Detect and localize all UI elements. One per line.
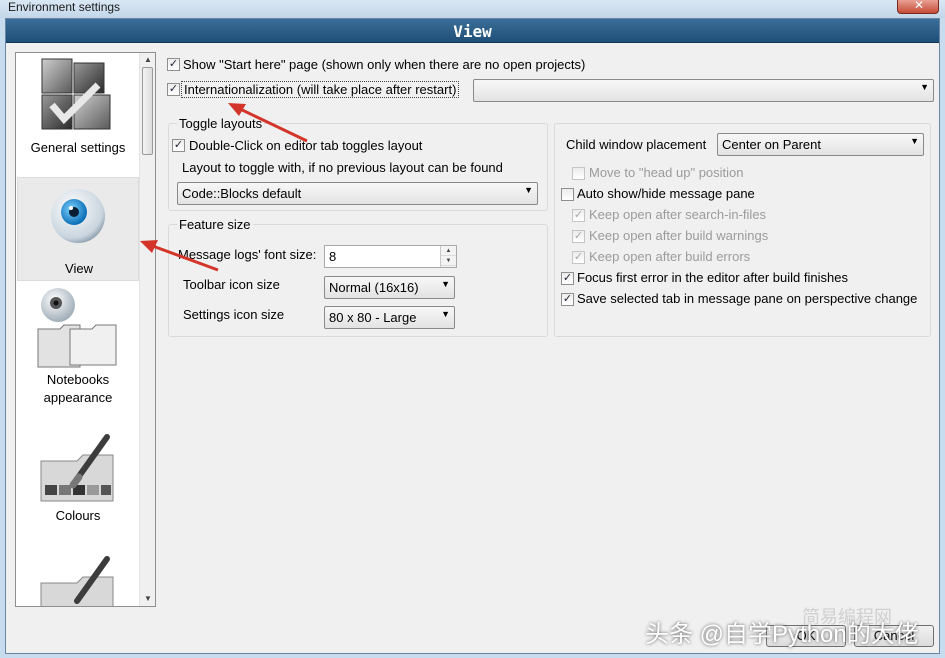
child-window-placement-select[interactable]: Center on Parent ▼ bbox=[717, 133, 924, 156]
move-head-up-checkbox[interactable] bbox=[572, 167, 585, 180]
scrollbar-thumb[interactable] bbox=[142, 67, 153, 155]
sidebar-item-next[interactable] bbox=[17, 553, 139, 606]
sidebar-item-notebooks-appearance[interactable]: Notebooks appearance bbox=[17, 285, 139, 415]
settings-icon-size-select[interactable]: 80 x 80 - Large ▼ bbox=[324, 306, 455, 329]
keep-open-search-label: Keep open after search-in-files bbox=[589, 207, 767, 222]
keep-open-errors-label: Keep open after build errors bbox=[589, 249, 751, 264]
general-settings-icon bbox=[41, 58, 111, 130]
font-size-spinner[interactable]: 8 ▲ ▼ bbox=[324, 245, 457, 268]
colours-palette-icon bbox=[40, 434, 114, 502]
layout-select[interactable]: Code::Blocks default ▼ bbox=[177, 182, 538, 205]
sidebar-item-label: Colours bbox=[55, 508, 101, 523]
sidebar-item-colours[interactable]: Colours bbox=[17, 431, 139, 541]
sidebar-item-general-settings[interactable]: General settings bbox=[17, 55, 139, 173]
settings-category-list: General settings View Notebooks appearan… bbox=[15, 52, 156, 607]
sidebar-item-label: View bbox=[65, 261, 93, 276]
page-header: View bbox=[6, 19, 939, 43]
show-start-here-label: Show "Start here" page (shown only when … bbox=[183, 57, 586, 72]
double-click-toggle-label: Double-Click on editor tab toggles layou… bbox=[189, 138, 423, 153]
chevron-down-icon: ▼ bbox=[910, 136, 919, 146]
move-head-up-label: Move to "head up" position bbox=[589, 165, 744, 180]
child-window-placement-label: Child window placement bbox=[566, 137, 707, 152]
window-title: Environment settings bbox=[8, 0, 121, 14]
save-selected-tab-checkbox[interactable]: ✓ bbox=[561, 293, 574, 306]
chevron-down-icon: ▼ bbox=[441, 279, 450, 289]
close-icon: ✕ bbox=[914, 0, 925, 12]
window-titlebar: Environment settings ✕ bbox=[0, 0, 945, 18]
scroll-down-arrow-icon[interactable]: ▼ bbox=[140, 592, 155, 606]
language-select[interactable]: ▼ bbox=[473, 79, 934, 102]
internationalization-label: Internationalization (will take place af… bbox=[181, 81, 460, 98]
toolbar-icon-size-label: Toolbar icon size bbox=[183, 277, 280, 292]
font-size-label: Message logs' font size: bbox=[178, 247, 317, 262]
sidebar-item-label: General settings bbox=[30, 140, 126, 155]
spinner-buttons[interactable]: ▲ ▼ bbox=[440, 246, 456, 267]
sidebar-scrollbar[interactable]: ▲ ▼ bbox=[139, 53, 155, 606]
save-selected-tab-label: Save selected tab in message pane on per… bbox=[577, 291, 918, 306]
toggle-layouts-title: Toggle layouts bbox=[177, 116, 265, 131]
double-click-toggle-checkbox[interactable]: ✓ bbox=[172, 139, 185, 152]
auto-show-hide-checkbox[interactable] bbox=[561, 188, 574, 201]
spin-up-icon[interactable]: ▲ bbox=[441, 246, 456, 256]
keep-open-errors-checkbox[interactable]: ✓ bbox=[572, 251, 585, 264]
sidebar-item-label-line1: Notebooks bbox=[46, 372, 110, 387]
toolbar-icon-size-value: Normal (16x16) bbox=[329, 280, 419, 295]
keep-open-warnings-label: Keep open after build warnings bbox=[589, 228, 769, 243]
chevron-down-icon: ▼ bbox=[524, 185, 533, 195]
layout-select-value: Code::Blocks default bbox=[182, 186, 302, 201]
keep-open-warnings-checkbox[interactable]: ✓ bbox=[572, 230, 585, 243]
font-size-value: 8 bbox=[329, 249, 337, 264]
settings-icon-size-value: 80 x 80 - Large bbox=[329, 310, 417, 325]
sidebar-item-view[interactable]: View bbox=[17, 177, 139, 281]
sidebar-item-label-line2: appearance bbox=[43, 390, 113, 405]
focus-first-error-checkbox[interactable]: ✓ bbox=[561, 272, 574, 285]
notebooks-icon bbox=[37, 288, 117, 368]
focus-first-error-label: Focus first error in the editor after bu… bbox=[577, 270, 848, 285]
internationalization-checkbox[interactable]: ✓ bbox=[167, 83, 180, 96]
page-title: View bbox=[453, 22, 492, 41]
scroll-up-arrow-icon[interactable]: ▲ bbox=[140, 53, 155, 67]
chevron-down-icon: ▼ bbox=[441, 309, 450, 319]
feature-size-title: Feature size bbox=[177, 217, 253, 232]
chevron-down-icon: ▼ bbox=[920, 82, 929, 92]
eye-icon bbox=[51, 189, 105, 243]
window-close-button[interactable]: ✕ bbox=[897, 0, 939, 14]
palette-icon bbox=[40, 556, 114, 606]
settings-dialog: View General settings View Notebooks app… bbox=[5, 18, 940, 654]
spin-down-icon[interactable]: ▼ bbox=[441, 256, 456, 266]
show-start-here-checkbox[interactable]: ✓ bbox=[167, 58, 180, 71]
toolbar-icon-size-select[interactable]: Normal (16x16) ▼ bbox=[324, 276, 455, 299]
child-window-placement-value: Center on Parent bbox=[722, 137, 822, 152]
keep-open-search-checkbox[interactable]: ✓ bbox=[572, 209, 585, 222]
auto-show-hide-label: Auto show/hide message pane bbox=[577, 186, 755, 201]
settings-icon-size-label: Settings icon size bbox=[183, 307, 285, 322]
layout-toggle-label: Layout to toggle with, if no previous la… bbox=[182, 160, 503, 175]
watermark-text: 头条 @自学Python的大佬 bbox=[645, 621, 919, 648]
